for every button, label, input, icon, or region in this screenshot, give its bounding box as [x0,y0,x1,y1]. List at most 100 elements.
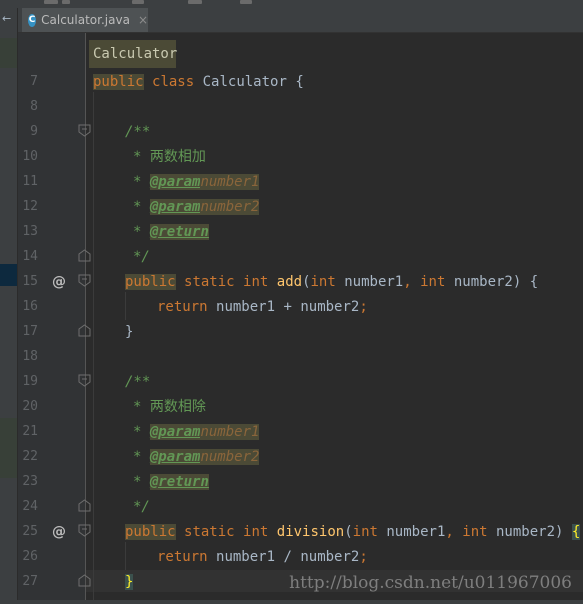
doc-comment-close: */ [133,249,150,265]
indent-guide [125,542,126,570]
fold-end-icon[interactable] [78,249,91,262]
code-line-16[interactable]: return number1 + number2; [157,299,368,315]
code-line-21[interactable]: * @paramnumber1 [133,424,260,440]
line-number[interactable]: 17 [18,324,38,340]
paren: ( [302,274,311,290]
code-line-9[interactable]: /** [125,124,150,140]
param: number1 [344,274,404,290]
line-number[interactable]: 7 [18,74,38,90]
code-line-22[interactable]: * @paramnumber2 [133,449,260,465]
doc-param-name: number2 [200,199,260,215]
code-line-25[interactable]: public static int division(int number1, … [125,524,581,540]
line-number[interactable]: 9 [18,124,38,140]
back-arrow-icon[interactable]: ← [2,12,11,25]
doc-comment-open: /** [125,374,151,390]
selected-tree-item[interactable] [0,264,17,286]
doc-tag: @param [149,174,201,190]
fold-collapse-icon[interactable] [78,374,91,387]
gutter-separator [85,33,86,604]
doc-tag: @return [149,474,209,490]
line-number[interactable]: 18 [18,349,38,365]
code-line-13[interactable]: * @return [133,224,209,240]
nav-crumb [240,0,252,4]
indent-guide [93,92,94,604]
doc-tag: @param [149,424,201,440]
line-number[interactable]: 20 [18,399,38,415]
code-line-14[interactable]: */ [133,249,150,265]
comma: , [403,274,412,290]
line-number[interactable]: 24 [18,499,38,515]
code-line-11[interactable]: * @paramnumber1 [133,174,260,190]
line-number[interactable]: 13 [18,224,38,240]
doc-param-name: number1 [200,424,260,440]
code-line-12[interactable]: * @paramnumber2 [133,199,260,215]
line-number[interactable]: 15 [18,274,38,290]
fold-collapse-icon[interactable] [78,524,91,537]
line-number[interactable]: 19 [18,374,38,390]
line-number[interactable]: 25 [18,524,38,540]
line-number[interactable]: 14 [18,249,38,265]
project-panel[interactable]: ← ao [0,8,18,604]
code-line-24[interactable]: */ [133,499,150,515]
line-number[interactable]: 11 [18,174,38,190]
keyword: int [462,524,488,540]
operator: / [283,549,292,565]
matched-brace: } [125,574,134,590]
tab-title: Calculator.java [41,13,130,27]
override-marker-icon[interactable]: @ [52,274,66,290]
doc-tag: @return [149,224,209,240]
override-marker-icon[interactable]: @ [52,524,66,540]
fold-collapse-icon[interactable] [78,274,91,287]
doc-star: * [133,149,142,165]
keyword: int [243,274,269,290]
semicolon: ; [359,549,368,565]
variable: number1 [216,549,276,565]
doc-tag: @param [149,449,201,465]
doc-comment-open: /** [125,124,151,140]
editor-gutter[interactable] [18,33,86,604]
code-line-17[interactable]: } [125,324,133,340]
keyword: public [125,524,176,540]
fold-end-icon[interactable] [78,499,91,512]
fold-collapse-icon[interactable] [78,124,91,137]
line-number[interactable]: 21 [18,424,38,440]
param: number1 [386,524,446,540]
brace: { [529,274,539,290]
line-number[interactable]: 22 [18,449,38,465]
code-line-10[interactable]: * 两数相加 [133,149,206,165]
param: number2 [453,274,513,290]
fold-end-icon[interactable] [78,324,91,337]
line-number[interactable]: 23 [18,474,38,490]
keyword: public [93,74,144,90]
close-icon[interactable]: × [138,13,148,27]
doc-tag: @param [149,199,201,215]
tab-calculator-java[interactable]: C Calculator.java × [22,8,148,32]
code-line-7[interactable]: public class Calculator { [93,74,304,90]
panel-highlight [0,418,17,448]
line-number[interactable]: 10 [18,149,38,165]
breadcrumb[interactable]: Calculator [89,40,177,68]
brace: } [125,324,134,340]
line-number[interactable]: 16 [18,299,38,315]
keyword: int [352,524,378,540]
paren: ) [555,524,564,540]
doc-star: * [133,399,142,415]
code-line-27[interactable]: } [125,574,134,590]
param: number2 [496,524,556,540]
nav-crumb [132,0,144,4]
code-line-26[interactable]: return number1 / number2; [157,549,368,565]
fold-end-icon[interactable] [78,574,91,587]
line-number[interactable]: 27 [18,574,38,590]
java-class-icon: C [28,13,37,27]
code-line-23[interactable]: * @return [133,474,209,490]
line-number[interactable]: 12 [18,199,38,215]
doc-comment-close: */ [133,499,150,515]
line-number[interactable]: 26 [18,549,38,565]
code-line-19[interactable]: /** [125,374,150,390]
line-number[interactable]: 8 [18,99,38,115]
code-line-15[interactable]: public static int add(int number1, int n… [125,274,538,290]
breadcrumb-class[interactable]: Calculator [93,46,177,62]
doc-star: * [133,449,142,465]
nav-crumb [44,0,58,4]
code-line-20[interactable]: * 两数相除 [133,399,206,415]
